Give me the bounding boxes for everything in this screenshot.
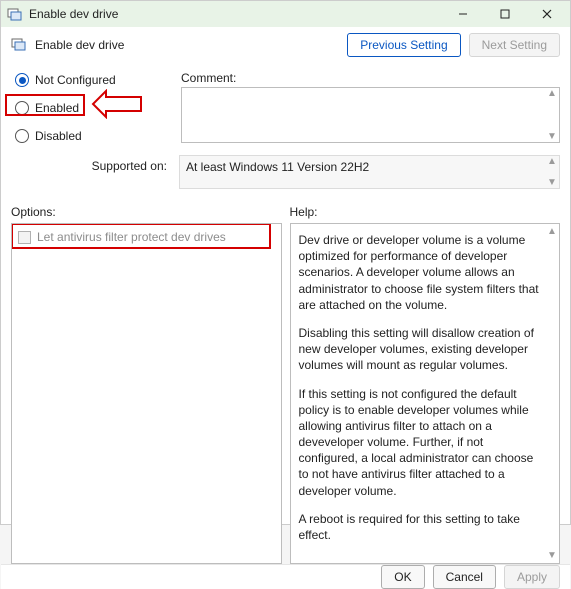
- policy-title: Enable dev drive: [35, 38, 339, 52]
- radio-disabled[interactable]: Disabled: [11, 127, 171, 145]
- help-text: Dev drive or developer volume is a volum…: [291, 224, 560, 563]
- comment-textarea[interactable]: ▲ ▼: [181, 87, 560, 143]
- radio-icon: [15, 101, 29, 115]
- apply-button: Apply: [504, 565, 560, 589]
- supported-on-label: Supported on:: [11, 155, 171, 173]
- dialog-window: Enable dev drive Enable dev drive Previo…: [0, 0, 571, 525]
- previous-setting-button[interactable]: Previous Setting: [347, 33, 460, 57]
- radio-icon: [15, 73, 29, 87]
- close-button[interactable]: [526, 1, 568, 27]
- scrollbar[interactable]: ▲ ▼: [545, 88, 559, 142]
- radio-enabled[interactable]: Enabled: [11, 99, 171, 117]
- checkbox-label: Let antivirus filter protect dev drives: [37, 230, 226, 244]
- checkbox-icon: [18, 231, 31, 244]
- radio-label: Enabled: [35, 101, 79, 115]
- supported-on-value: At least Windows 11 Version 22H2: [186, 160, 369, 174]
- gpo-icon: [11, 36, 27, 55]
- radio-not-configured[interactable]: Not Configured: [11, 71, 171, 89]
- radio-icon: [15, 129, 29, 143]
- gpo-icon: [7, 6, 23, 22]
- radio-label: Not Configured: [35, 73, 116, 87]
- dialog-footer: OK Cancel Apply: [1, 564, 570, 589]
- scroll-down-icon: ▼: [547, 550, 557, 561]
- maximize-button[interactable]: [484, 1, 526, 27]
- scrollbar[interactable]: ▲ ▼: [545, 226, 559, 561]
- scroll-down-icon: ▼: [547, 177, 557, 188]
- help-label: Help:: [290, 205, 561, 223]
- options-panel: Let antivirus filter protect dev drives: [11, 223, 282, 564]
- help-paragraph: A reboot is required for this setting to…: [299, 511, 542, 543]
- minimize-button[interactable]: [442, 1, 484, 27]
- help-panel: Dev drive or developer volume is a volum…: [290, 223, 561, 564]
- help-paragraph: Disabling this setting will disallow cre…: [299, 325, 542, 374]
- ok-button[interactable]: OK: [381, 565, 424, 589]
- supported-on-field: At least Windows 11 Version 22H2 ▲ ▼: [179, 155, 560, 189]
- next-setting-button: Next Setting: [469, 33, 560, 57]
- scroll-up-icon: ▲: [547, 226, 557, 237]
- scroll-up-icon: ▲: [547, 88, 557, 99]
- help-paragraph: If this setting is not configured the de…: [299, 386, 542, 499]
- radio-label: Disabled: [35, 129, 82, 143]
- cancel-button[interactable]: Cancel: [433, 565, 496, 589]
- titlebar: Enable dev drive: [1, 1, 570, 27]
- options-label: Options:: [11, 205, 282, 223]
- scroll-up-icon: ▲: [547, 156, 557, 167]
- antivirus-checkbox[interactable]: Let antivirus filter protect dev drives: [12, 224, 281, 250]
- help-paragraph: Dev drive or developer volume is a volum…: [299, 232, 542, 313]
- comment-label: Comment:: [181, 71, 560, 85]
- content-area: Enable dev drive Previous Setting Next S…: [1, 27, 570, 564]
- scrollbar[interactable]: ▲ ▼: [545, 156, 559, 188]
- window-title: Enable dev drive: [29, 7, 442, 21]
- scroll-down-icon: ▼: [547, 131, 557, 142]
